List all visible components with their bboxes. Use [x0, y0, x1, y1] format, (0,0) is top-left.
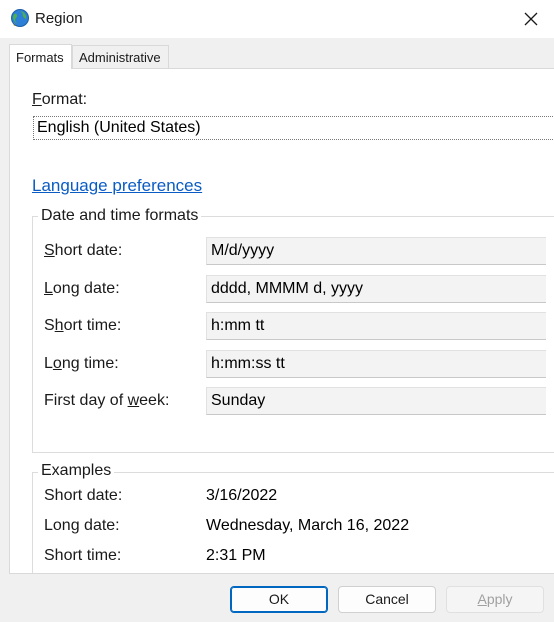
formats-tab-page: Format: English (United States) Language…: [9, 68, 554, 574]
title-bar: Region: [0, 0, 554, 38]
long-time-label: Long time:: [44, 355, 119, 372]
apply-button[interactable]: Apply: [446, 586, 544, 613]
date-time-formats-title: Date and time formats: [38, 207, 202, 225]
format-label: Format:: [32, 91, 88, 108]
example-long-date-label: Long date:: [44, 517, 120, 534]
first-day-of-week-dropdown[interactable]: Sunday: [206, 387, 546, 415]
tab-administrative[interactable]: Administrative: [72, 45, 169, 69]
language-preferences-link[interactable]: Language preferences: [32, 176, 202, 196]
cancel-button[interactable]: Cancel: [338, 586, 436, 613]
example-short-time-value: 2:31 PM: [206, 547, 266, 564]
examples-title: Examples: [38, 462, 115, 480]
format-dropdown[interactable]: English (United States): [33, 116, 554, 140]
short-date-dropdown[interactable]: M/d/yyyy: [206, 237, 546, 265]
close-button[interactable]: [508, 0, 554, 38]
short-time-label: Short time:: [44, 317, 122, 334]
long-date-dropdown[interactable]: dddd, MMMM d, yyyy: [206, 275, 546, 303]
short-date-label: Short date:: [44, 242, 123, 259]
window-title: Region: [35, 10, 83, 27]
example-short-time-label: Short time:: [44, 547, 122, 564]
first-day-of-week-label: First day of week:: [44, 392, 170, 409]
short-time-dropdown[interactable]: h:mm tt: [206, 312, 546, 340]
close-icon: [524, 12, 538, 26]
long-date-label: Long date:: [44, 280, 120, 297]
example-short-date-label: Short date:: [44, 487, 123, 504]
example-short-date-value: 3/16/2022: [206, 487, 278, 504]
example-long-date-value: Wednesday, March 16, 2022: [206, 517, 410, 534]
long-time-dropdown[interactable]: h:mm:ss tt: [206, 350, 546, 378]
ok-button[interactable]: OK: [230, 586, 328, 613]
globe-icon: [10, 8, 30, 28]
tab-formats[interactable]: Formats: [9, 44, 72, 69]
